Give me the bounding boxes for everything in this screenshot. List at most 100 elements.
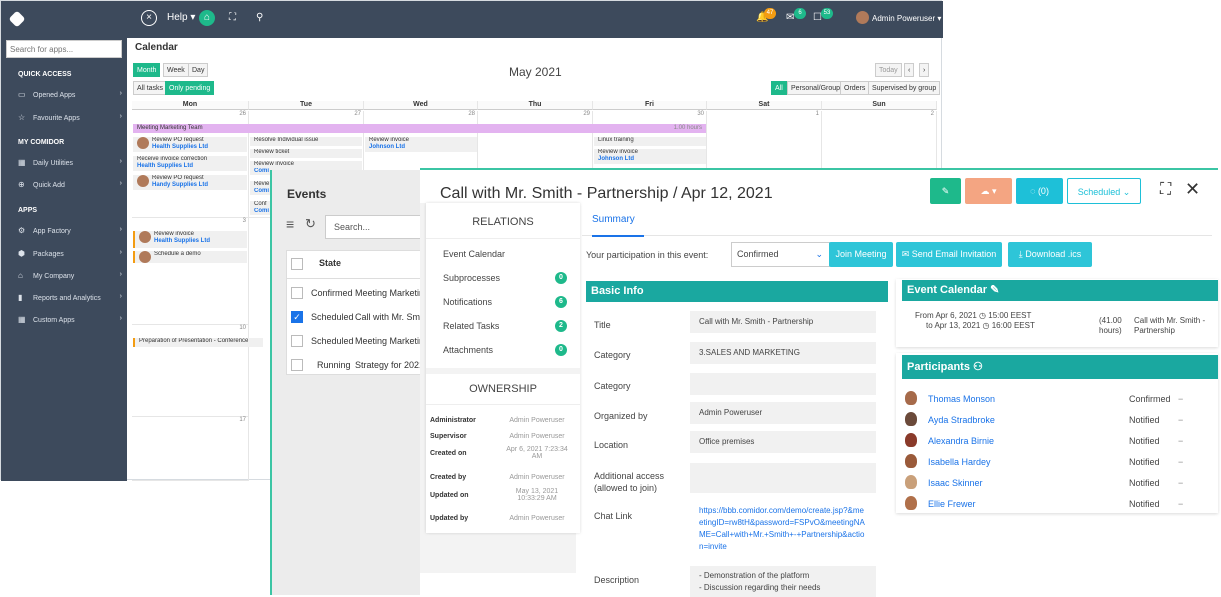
status-dropdown[interactable]: Scheduled ⌄ bbox=[1067, 178, 1141, 204]
table-row[interactable]: Confirmed Meeting Marketin bbox=[287, 285, 424, 307]
day-header: Sun bbox=[822, 101, 937, 110]
edit-button[interactable]: ✎ bbox=[930, 178, 961, 204]
group-personal[interactable]: Personal/Group bbox=[787, 81, 845, 95]
avatar bbox=[137, 175, 149, 187]
fullscreen-icon[interactable]: ⛶ bbox=[229, 12, 236, 23]
view-day-button[interactable]: Day bbox=[188, 63, 209, 77]
tasks-icon[interactable]: ☐ 53 bbox=[813, 8, 833, 23]
user-name: Admin Poweruser bbox=[872, 14, 936, 23]
calendar-event[interactable]: Resolve Individual issue bbox=[250, 137, 362, 146]
next-month-button[interactable]: › bbox=[919, 63, 930, 77]
sidebar-item-custom-apps[interactable]: ▦ Custom Apps › bbox=[18, 315, 122, 324]
relations-panel: RELATIONS Event Calendar Subprocesses 0 N… bbox=[426, 203, 580, 533]
sidebar-item-label: Packages bbox=[33, 251, 64, 258]
refresh-icon[interactable]: ↻ bbox=[305, 216, 316, 232]
participant-name[interactable]: Isabella Hardey bbox=[928, 457, 991, 467]
filter-all-tasks[interactable]: All tasks bbox=[133, 81, 168, 95]
sidebar-item-app-factory[interactable]: ⚙ App Factory › bbox=[18, 226, 122, 235]
send-email-invitation-button[interactable]: ✉ Send Email Invitation bbox=[896, 242, 1002, 267]
prev-month-button[interactable]: ‹ bbox=[904, 63, 915, 77]
ec-event-name[interactable]: Call with Mr. Smith - Partnership bbox=[1134, 316, 1216, 336]
chat-link[interactable]: https://bbb.comidor.com/demo/create.jsp?… bbox=[690, 500, 876, 566]
checkbox-checked[interactable]: ✓ bbox=[291, 311, 303, 323]
relation-subprocesses[interactable]: Subprocesses 0 bbox=[443, 272, 567, 284]
calendar-event[interactable]: Review ticket bbox=[250, 149, 362, 158]
page-title: Calendar bbox=[135, 42, 178, 53]
home-icon[interactable]: ⌂ bbox=[199, 10, 215, 26]
calendar-event[interactable]: Schedule a demo bbox=[133, 251, 247, 263]
day-header: Thu bbox=[478, 101, 593, 110]
filter-only-pending[interactable]: Only pending bbox=[165, 81, 215, 95]
app-search-input[interactable] bbox=[6, 40, 122, 58]
event-detail-modal: Call with Mr. Smith - Partnership / Apr … bbox=[420, 168, 1218, 597]
bar-chart-icon: ▮ bbox=[18, 293, 23, 302]
participant-name[interactable]: Isaac Skinner bbox=[928, 478, 983, 488]
relation-attachments[interactable]: Attachments 0 bbox=[443, 344, 567, 356]
sidebar-item-favourite-apps[interactable]: ☆ Favourite Apps › bbox=[18, 113, 122, 122]
participant-name[interactable]: Thomas Monson bbox=[928, 394, 995, 404]
user-menu[interactable]: Admin Poweruser ▾ bbox=[856, 11, 941, 24]
app-logo[interactable] bbox=[8, 10, 26, 28]
calendar-event[interactable]: Review invoice Johnson Ltd bbox=[365, 137, 477, 152]
view-month-button[interactable]: Month bbox=[133, 63, 161, 77]
avatar bbox=[905, 454, 917, 468]
close-icon[interactable]: ✕ bbox=[1185, 179, 1200, 200]
sidebar-item-label: App Factory bbox=[33, 228, 71, 235]
calendar-event[interactable]: Review invoice Johnson Ltd bbox=[594, 149, 706, 164]
group-supervised[interactable]: Supervised by group bbox=[868, 81, 941, 95]
avatar bbox=[137, 137, 149, 149]
select-all-checkbox[interactable] bbox=[291, 258, 303, 270]
ec-hours: (41.00 hours) bbox=[1099, 316, 1122, 335]
relation-notifications[interactable]: Notifications 6 bbox=[443, 296, 567, 308]
relation-related-tasks[interactable]: Related Tasks 2 bbox=[443, 320, 567, 332]
relation-event-calendar[interactable]: Event Calendar bbox=[443, 249, 567, 259]
comments-button[interactable]: ◌ (0) bbox=[1016, 178, 1063, 204]
group-orders[interactable]: Orders bbox=[840, 81, 870, 95]
download-ics-button[interactable]: ⤓ Download .ics bbox=[1008, 242, 1092, 267]
field-label: Chat Link bbox=[594, 511, 633, 521]
close-circle-icon[interactable]: × bbox=[141, 10, 157, 26]
field-category-value: 3.SALES AND MARKETING bbox=[690, 342, 876, 364]
help-menu[interactable]: Help ▾ bbox=[167, 12, 195, 23]
tab-summary[interactable]: Summary bbox=[592, 214, 635, 225]
cog-icon: ⚙ bbox=[18, 226, 26, 235]
sidebar-item-my-company[interactable]: ⌂ My Company › bbox=[18, 271, 122, 280]
table-row[interactable]: ✓ Scheduled Call with Mr. Smit bbox=[287, 309, 425, 331]
calendar-event[interactable]: Receive invoice correction Health Supplie… bbox=[133, 156, 247, 171]
group-all[interactable]: All bbox=[771, 81, 787, 95]
avatar bbox=[139, 231, 151, 243]
mail-icon[interactable]: ✉ 6 bbox=[786, 8, 806, 23]
sidebar-item-quick-add[interactable]: ⊕ Quick Add › bbox=[18, 180, 122, 189]
notifications-bell-icon[interactable]: 🔔 47 bbox=[756, 8, 776, 23]
expand-icon[interactable]: ⛶ bbox=[1160, 181, 1171, 199]
search-icon[interactable]: ⚲ bbox=[256, 12, 263, 23]
calendar-event[interactable]: Preparation of Presentation - Conference bbox=[133, 338, 263, 347]
field-location-value: Office premises bbox=[690, 431, 876, 453]
table-row[interactable]: Scheduled Meeting Marketin bbox=[287, 333, 424, 355]
day-cell[interactable]: 17 bbox=[132, 417, 249, 481]
join-meeting-button[interactable]: Join Meeting bbox=[829, 242, 893, 267]
month-title: May 2021 bbox=[509, 65, 562, 79]
field-label: Category bbox=[594, 350, 631, 360]
upload-button[interactable]: ☁ ▾ bbox=[965, 178, 1012, 204]
sidebar-item-daily-utilities[interactable]: ▦ Daily Utilities › bbox=[18, 158, 122, 167]
count-badge: 6 bbox=[555, 296, 567, 308]
calendar-event[interactable]: Review PO request Handy Supplies Ltd bbox=[133, 175, 247, 190]
sidebar-item-opened-apps[interactable]: ▭ Opened Apps › bbox=[18, 90, 122, 99]
calendar-event[interactable]: Review invoice Health Supplies Ltd bbox=[133, 231, 247, 248]
participant-name[interactable]: Alexandra Birnie bbox=[928, 436, 994, 446]
participant-name[interactable]: Ayda Stradbroke bbox=[928, 415, 995, 425]
events-search-input[interactable]: Search... bbox=[325, 215, 422, 239]
view-week-button[interactable]: Week bbox=[163, 63, 189, 77]
participant-name[interactable]: Ellie Frewer bbox=[928, 499, 976, 509]
calendar-event[interactable]: Linux training bbox=[594, 137, 706, 146]
participation-select[interactable]: Confirmed ⌄ bbox=[731, 242, 830, 267]
calendar-event[interactable]: Review PO request Health Supplies Ltd bbox=[133, 137, 247, 152]
sidebar-item-reports[interactable]: ▮ Reports and Analytics › bbox=[18, 293, 122, 302]
sidebar-item-packages[interactable]: ⬢ Packages › bbox=[18, 249, 122, 258]
events-title: Events bbox=[287, 187, 327, 201]
calendar-event-bar[interactable]: Meeting Marketing Team 1.00 hours bbox=[133, 124, 706, 133]
menu-icon[interactable]: ≡ bbox=[286, 216, 294, 232]
today-button[interactable]: Today bbox=[875, 63, 902, 77]
table-row[interactable]: Running Strategy for 2021 bbox=[287, 357, 424, 376]
